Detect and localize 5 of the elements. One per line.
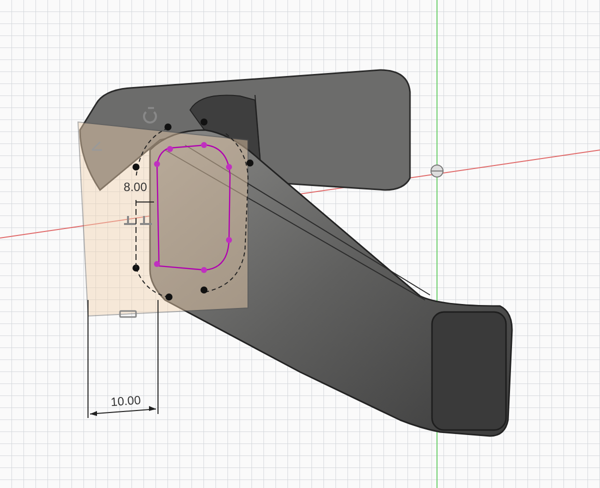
dimension-value[interactable]: 10.00 (110, 393, 142, 410)
handle-model-drawing[interactable] (79, 69, 513, 437)
perpendicular-constraint-icon[interactable] (123, 215, 153, 225)
parallel-constraint-icon[interactable] (119, 310, 137, 318)
dimension-value[interactable]: 8.00 (124, 180, 147, 194)
